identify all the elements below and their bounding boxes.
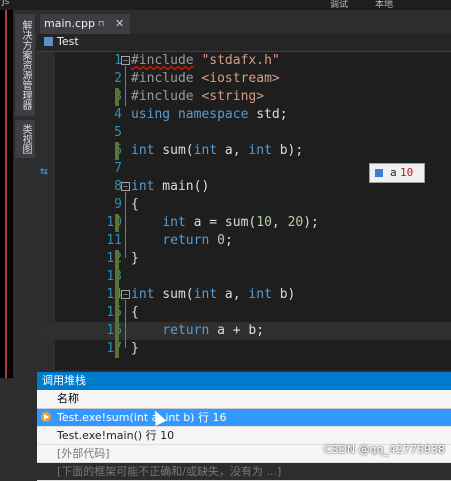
watermark: CSDN @qq_42775938	[323, 443, 445, 456]
code-text: #include "stdafx.h"	[131, 53, 280, 68]
top-left-text: Js	[2, 0, 10, 7]
tab-class-view[interactable]: 类视图	[15, 120, 35, 158]
tab-label: main.cpp	[44, 17, 95, 30]
change-marker	[115, 250, 119, 268]
change-marker	[115, 214, 119, 232]
tab-solution-explorer[interactable]: 解决方案资源管理器	[15, 14, 35, 116]
fold-guide	[125, 300, 126, 348]
code-line: 15 {	[37, 304, 451, 322]
code-text: using namespace std;	[131, 107, 288, 122]
pin-icon[interactable]: ⊓	[98, 14, 104, 34]
current-line: 16 return a + b;	[37, 322, 451, 340]
project-icon	[44, 37, 53, 46]
code-line: 4 using namespace std;	[37, 106, 451, 124]
document-tabs: main.cpp ⊓ ✕	[37, 10, 451, 34]
code-line: 9 {	[37, 196, 451, 214]
change-marker	[115, 304, 119, 322]
fold-icon[interactable]: −	[121, 56, 130, 65]
fold-guide	[125, 66, 126, 106]
line-number: 4	[114, 107, 122, 122]
line-number: 1	[114, 53, 122, 68]
line-number: 5	[114, 125, 122, 140]
code-text: int sum(int a, int b)	[131, 287, 296, 302]
code-line: 17 }	[37, 340, 451, 358]
code-line: 3 #include <string>	[37, 88, 451, 106]
top-mid-text: 调试	[330, 0, 349, 10]
code-line: 10 int a = sum(10, 20);	[37, 214, 451, 232]
code-text: int sum(int a, int b);	[131, 143, 304, 158]
code-text: }	[131, 341, 139, 356]
change-marker	[115, 322, 119, 340]
code-line: 12 }	[37, 250, 451, 268]
code-editor[interactable]: ⇆ ➲ 1 − #include "stdafx.h" 2 #include <…	[37, 52, 451, 370]
change-marker	[115, 88, 119, 106]
code-text: return 0;	[162, 233, 233, 248]
code-line: 13	[37, 268, 451, 286]
call-stack-row[interactable]: Test.exe!sum(int a, int b) 行 16	[37, 409, 451, 427]
code-line: 5	[37, 124, 451, 142]
top-right-text: 本地	[375, 0, 394, 10]
close-icon[interactable]: ✕	[115, 14, 124, 34]
call-stack-row[interactable]: [下面的框架可能不正确和/或缺失，没有为 ...]	[37, 463, 451, 481]
column-header-name[interactable]: 名称	[37, 390, 451, 409]
change-marker	[115, 142, 119, 160]
datatip-name: a	[390, 166, 397, 179]
change-marker	[115, 286, 119, 304]
datatip[interactable]: a 10	[369, 163, 425, 183]
line-number: 9	[114, 197, 122, 212]
line-number: 2	[114, 71, 122, 86]
top-bar: Js 调试 本地	[0, 0, 451, 10]
tab-main-cpp[interactable]: main.cpp ⊓ ✕	[40, 14, 130, 34]
change-marker	[115, 340, 119, 358]
fold-icon[interactable]: −	[121, 290, 130, 299]
code-text: {	[131, 305, 139, 320]
code-text: #include <string>	[131, 89, 265, 104]
frame-label: Test.exe!sum(int a, int b) 行 16	[57, 411, 227, 424]
navigation-bar[interactable]: Test	[37, 34, 451, 52]
code-line: 6 int sum(int a, int b);	[37, 142, 451, 160]
code-line: 2 #include <iostream>	[37, 70, 451, 88]
code-text: {	[131, 197, 139, 212]
panel-title[interactable]: 调用堆栈	[37, 372, 451, 390]
change-marker	[115, 268, 119, 286]
code-line: 11 return 0;	[37, 232, 451, 250]
current-frame-icon	[41, 412, 51, 422]
code-text: int main()	[131, 179, 210, 194]
line-number: 11	[106, 233, 122, 248]
fold-icon[interactable]: −	[121, 182, 130, 191]
code-text: int a = sum(10, 20);	[162, 215, 319, 230]
line-number: 7	[114, 161, 122, 176]
variable-icon	[375, 169, 383, 177]
code-line: 14 − int sum(int a, int b)	[37, 286, 451, 304]
line-number: 8	[114, 179, 122, 194]
datatip-value[interactable]: 10	[400, 164, 413, 182]
scope-dropdown[interactable]: Test	[57, 35, 79, 48]
code-text: }	[131, 251, 139, 266]
fold-guide	[125, 192, 126, 258]
window-edge	[5, 10, 7, 378]
side-tabs: 解决方案资源管理器 类视图	[13, 10, 37, 378]
frame-label: Test.exe!main() 行 10	[57, 429, 175, 442]
code-text: return a + b;	[162, 323, 265, 338]
code-line: 1 − #include "stdafx.h"	[37, 52, 451, 70]
frame-label: [外部代码]	[57, 447, 110, 460]
frame-label: [下面的框架可能不正确和/或缺失，没有为 ...]	[57, 465, 282, 478]
code-text: #include <iostream>	[131, 71, 280, 86]
